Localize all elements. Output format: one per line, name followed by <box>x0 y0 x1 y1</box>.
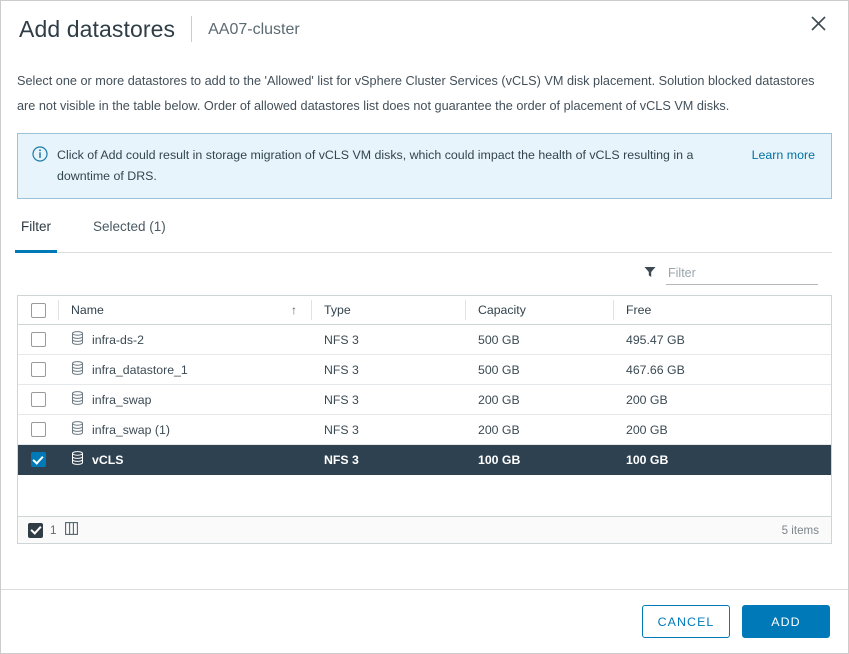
tab-bar: Filter Selected (1) <box>15 217 832 253</box>
table-row[interactable]: infra_datastore_1 NFS 3 500 GB 467.66 GB <box>18 355 831 385</box>
cell-type: NFS 3 <box>324 392 359 407</box>
column-layout-icon[interactable] <box>65 522 79 538</box>
selected-indicator-checkbox[interactable] <box>28 522 43 538</box>
cell-capacity: 500 GB <box>478 362 520 377</box>
dialog-header: Add datastores AA07-cluster <box>1 1 848 53</box>
row-checkbox[interactable] <box>30 332 46 347</box>
datastore-name: infra_swap <box>92 392 152 407</box>
info-banner: Click of Add could result in storage mig… <box>17 133 832 199</box>
select-all-checkbox[interactable] <box>30 302 46 318</box>
learn-more-link[interactable]: Learn more <box>752 145 819 166</box>
cell-type: NFS 3 <box>324 452 359 467</box>
cell-free: 200 GB <box>626 422 668 437</box>
cell-free: 200 GB <box>626 392 668 407</box>
cell-capacity: 500 GB <box>478 332 520 347</box>
datastore-name: infra-ds-2 <box>92 332 144 347</box>
cell-name: infra-ds-2 <box>58 331 311 349</box>
datastore-icon <box>71 391 84 408</box>
close-icon[interactable] <box>804 9 832 37</box>
row-select-cell[interactable] <box>18 452 58 467</box>
filter-input[interactable] <box>666 263 818 285</box>
cell-type: NFS 3 <box>324 362 359 377</box>
cancel-button[interactable]: CANCEL <box>642 605 730 638</box>
datastores-table: Name ↑ Type Capacity Free infra-ds-2 NFS… <box>17 295 832 544</box>
row-select-cell[interactable] <box>18 422 58 437</box>
cell-type: NFS 3 <box>324 422 359 437</box>
dialog-subtitle: AA07-cluster <box>208 21 300 38</box>
column-header-name-label: Name <box>71 303 104 317</box>
table-row-selected[interactable]: vCLS NFS 3 100 GB 100 GB <box>18 445 831 475</box>
cell-type: NFS 3 <box>324 332 359 347</box>
column-header-capacity[interactable]: Capacity <box>465 300 613 320</box>
column-header-type-label: Type <box>324 303 351 317</box>
add-button[interactable]: ADD <box>742 605 830 638</box>
datastore-icon <box>71 331 84 348</box>
cell-capacity: 200 GB <box>478 422 520 437</box>
selected-count: 1 <box>50 523 57 537</box>
dialog-footer: CANCEL ADD <box>1 589 848 653</box>
tab-selected[interactable]: Selected (1) <box>89 217 170 252</box>
column-header-type[interactable]: Type <box>311 300 465 320</box>
dialog-body: Select one or more datastores to add to … <box>1 53 848 589</box>
item-count: 5 items <box>781 523 819 537</box>
row-checkbox[interactable] <box>30 452 46 467</box>
column-header-free[interactable]: Free <box>613 300 831 320</box>
row-select-cell[interactable] <box>18 362 58 377</box>
row-checkbox[interactable] <box>30 422 46 437</box>
column-header-free-label: Free <box>626 303 652 317</box>
cell-capacity: 200 GB <box>478 392 520 407</box>
cell-name: infra_datastore_1 <box>58 361 311 379</box>
datastore-name: infra_datastore_1 <box>92 362 188 377</box>
table-row[interactable]: infra_swap (1) NFS 3 200 GB 200 GB <box>18 415 831 445</box>
row-select-cell[interactable] <box>18 332 58 347</box>
filter-row <box>17 253 832 295</box>
info-banner-text: Click of Add could result in storage mig… <box>57 148 694 183</box>
column-header-name[interactable]: Name ↑ <box>58 300 311 320</box>
cell-free: 100 GB <box>626 452 669 467</box>
cell-name: infra_swap <box>58 391 311 409</box>
title-divider <box>191 16 193 42</box>
datastore-icon <box>71 361 84 378</box>
datastore-icon <box>71 451 84 468</box>
page-title: Add datastores <box>19 16 176 42</box>
row-select-cell[interactable] <box>18 392 58 407</box>
add-datastores-dialog: Add datastores AA07-cluster Select one o… <box>0 0 849 654</box>
column-header-capacity-label: Capacity <box>478 303 526 317</box>
cell-name: infra_swap (1) <box>58 421 311 439</box>
cell-capacity: 100 GB <box>478 452 521 467</box>
row-checkbox[interactable] <box>30 362 46 377</box>
cell-free: 467.66 GB <box>626 362 685 377</box>
table-header-row: Name ↑ Type Capacity Free <box>18 296 831 325</box>
select-all-cell[interactable] <box>18 302 58 318</box>
funnel-icon[interactable] <box>644 265 656 283</box>
table-body: infra-ds-2 NFS 3 500 GB 495.47 GB infra_… <box>18 325 831 516</box>
info-circle-icon <box>32 146 48 167</box>
datastore-name: vCLS <box>92 452 124 467</box>
cell-name: vCLS <box>58 451 311 469</box>
arrow-up-icon: ↑ <box>291 303 297 317</box>
table-row[interactable]: infra_swap NFS 3 200 GB 200 GB <box>18 385 831 415</box>
table-footer: 1 5 items <box>18 516 831 543</box>
row-checkbox[interactable] <box>30 392 46 407</box>
datastore-icon <box>71 421 84 438</box>
description-text: Select one or more datastores to add to … <box>17 74 815 113</box>
tab-filter[interactable]: Filter <box>15 217 57 253</box>
datastore-name: infra_swap (1) <box>92 422 170 437</box>
cell-free: 495.47 GB <box>626 332 685 347</box>
table-row[interactable]: infra-ds-2 NFS 3 500 GB 495.47 GB <box>18 325 831 355</box>
